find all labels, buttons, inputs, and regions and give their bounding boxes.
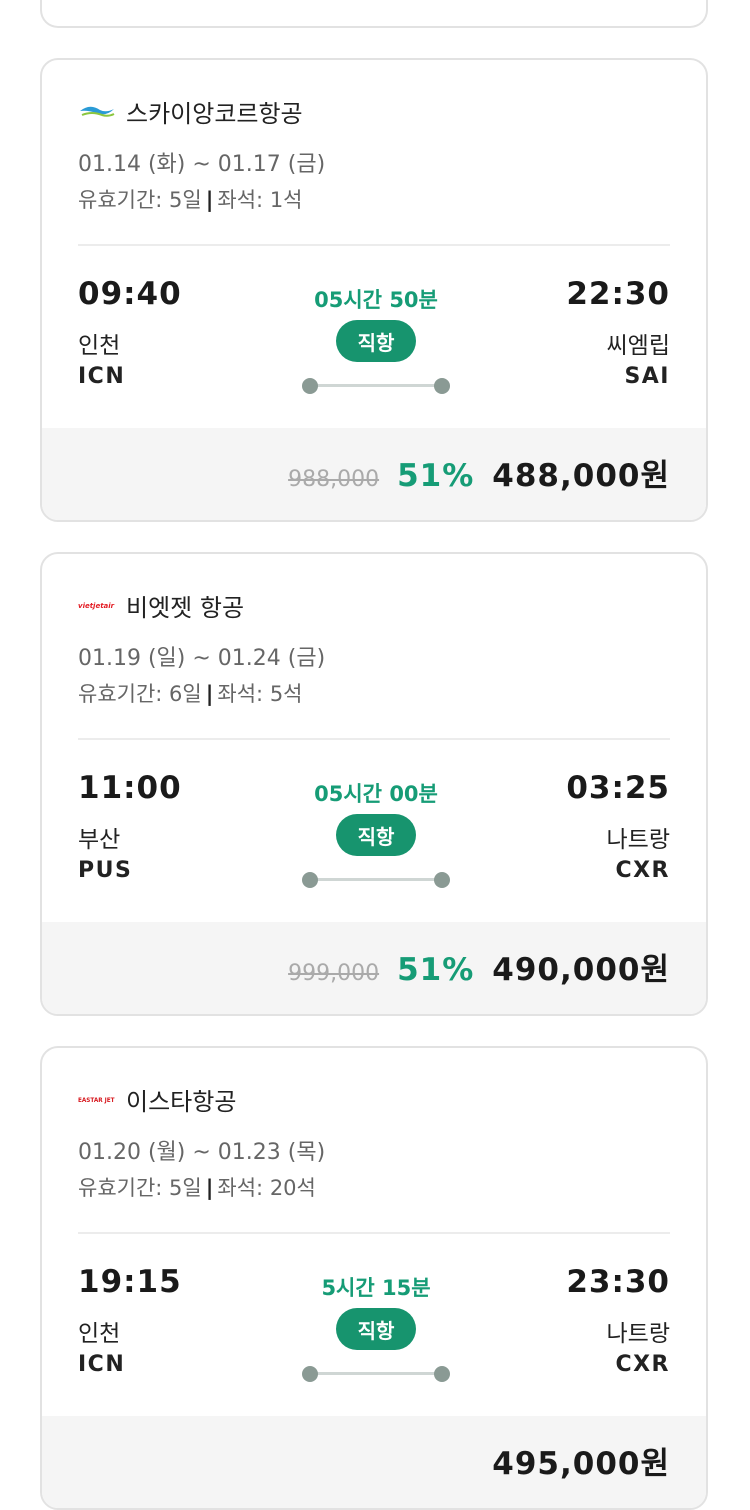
- divider: [78, 738, 670, 740]
- svg-text:vietjetair: vietjetair: [78, 602, 115, 610]
- route-destination-dot-icon: [434, 872, 450, 888]
- validity-seats: 유효기간: 5일 | 좌석: 1석: [78, 184, 303, 214]
- route-track: [310, 878, 442, 881]
- price-row: 999,000 51% 490,000원: [288, 944, 670, 989]
- validity-seats: 유효기간: 5일 | 좌석: 20석: [78, 1172, 316, 1202]
- validity-value: 5일: [169, 1176, 202, 1200]
- previous-card-bottom[interactable]: [40, 0, 708, 28]
- departure-time: 11:00: [78, 770, 182, 806]
- route-line: [302, 872, 450, 888]
- flight-card[interactable]: 스카이앙코르항공 01.14 (화) ~ 01.17 (금) 유효기간: 5일 |…: [40, 58, 708, 522]
- final-price: 490,000원: [492, 952, 670, 988]
- seats-label: 좌석:: [217, 188, 264, 212]
- flight-duration: 05시간 50분: [314, 288, 438, 312]
- arrival-city: 나트랑: [606, 827, 670, 853]
- travel-dates: 01.19 (일) ~ 01.24 (금): [78, 646, 326, 671]
- final-price: 488,000원: [492, 458, 670, 494]
- route-track: [310, 1372, 442, 1375]
- seats-label: 좌석:: [217, 682, 264, 706]
- seats-value: 5석: [269, 682, 303, 706]
- departure-code: ICN: [78, 364, 126, 389]
- price-row: 495,000원: [492, 1438, 670, 1483]
- meta-separator: |: [205, 188, 214, 212]
- arrival-time: 23:30: [566, 1264, 670, 1300]
- divider: [78, 1232, 670, 1234]
- svg-text:EASTAR JET: EASTAR JET: [78, 1098, 115, 1104]
- arrival-code: SAI: [624, 364, 670, 389]
- validity-label: 유효기간:: [78, 188, 163, 212]
- travel-dates: 01.14 (화) ~ 01.17 (금): [78, 152, 326, 177]
- direct-flight-badge: 직항: [336, 1308, 416, 1350]
- arrival-city: 나트랑: [606, 1321, 670, 1347]
- sky-angkor-logo-icon: [78, 99, 116, 123]
- price-row: 988,000 51% 488,000원: [288, 450, 670, 495]
- validity-seats: 유효기간: 6일 | 좌석: 5석: [78, 678, 303, 708]
- arrival-code: CXR: [615, 1352, 670, 1377]
- vietjet-logo-icon: vietjetair: [78, 593, 116, 617]
- seats-label: 좌석:: [217, 1176, 264, 1200]
- meta-separator: |: [205, 1176, 214, 1200]
- original-price: 988,000: [288, 467, 380, 492]
- departure-time: 09:40: [78, 276, 182, 312]
- departure-city: 부산: [78, 827, 121, 853]
- airline-row: EASTAR JET 이스타항공: [78, 1082, 236, 1116]
- meta-separator: |: [205, 682, 214, 706]
- direct-flight-badge: 직항: [336, 320, 416, 362]
- departure-code: PUS: [78, 858, 133, 883]
- airline-row: vietjetair 비엣젯 항공: [78, 588, 244, 622]
- seats-value: 1석: [269, 188, 303, 212]
- validity-label: 유효기간:: [78, 1176, 163, 1200]
- validity-value: 5일: [169, 188, 202, 212]
- final-price: 495,000원: [492, 1446, 670, 1482]
- departure-time: 19:15: [78, 1264, 182, 1300]
- flight-card[interactable]: vietjetair 비엣젯 항공 01.19 (일) ~ 01.24 (금) …: [40, 552, 708, 1016]
- departure-city: 인천: [78, 333, 121, 359]
- airline-name: 비엣젯 항공: [126, 593, 245, 622]
- price-area: 988,000 51% 488,000원: [42, 428, 706, 520]
- departure-code: ICN: [78, 1352, 126, 1377]
- route-track: [310, 384, 442, 387]
- arrival-city: 씨엠립: [606, 333, 670, 359]
- arrival-code: CXR: [615, 858, 670, 883]
- arrival-time: 03:25: [566, 770, 670, 806]
- flight-duration: 05시간 00분: [314, 782, 438, 806]
- direct-flight-badge: 직항: [336, 814, 416, 856]
- validity-value: 6일: [169, 682, 202, 706]
- route-line: [302, 1366, 450, 1382]
- discount-rate: 51%: [397, 458, 475, 494]
- airline-name: 스카이앙코르항공: [126, 99, 303, 128]
- flight-duration: 5시간 15분: [321, 1276, 431, 1300]
- arrival-time: 22:30: [566, 276, 670, 312]
- original-price: 999,000: [288, 961, 380, 986]
- price-area: 495,000원: [42, 1416, 706, 1508]
- route-destination-dot-icon: [434, 1366, 450, 1382]
- departure-city: 인천: [78, 1321, 121, 1347]
- airline-name: 이스타항공: [126, 1087, 237, 1116]
- route-origin-dot-icon: [302, 378, 318, 394]
- price-area: 999,000 51% 490,000원: [42, 922, 706, 1014]
- travel-dates: 01.20 (월) ~ 01.23 (목): [78, 1140, 326, 1165]
- eastar-jet-logo-icon: EASTAR JET: [78, 1087, 116, 1111]
- route-destination-dot-icon: [434, 378, 450, 394]
- validity-label: 유효기간:: [78, 682, 163, 706]
- route-origin-dot-icon: [302, 872, 318, 888]
- route-line: [302, 378, 450, 394]
- route-origin-dot-icon: [302, 1366, 318, 1382]
- airline-row: 스카이앙코르항공: [78, 94, 303, 128]
- discount-rate: 51%: [397, 952, 475, 988]
- seats-value: 20석: [269, 1176, 316, 1200]
- flight-card[interactable]: EASTAR JET 이스타항공 01.20 (월) ~ 01.23 (목) 유…: [40, 1046, 708, 1510]
- divider: [78, 244, 670, 246]
